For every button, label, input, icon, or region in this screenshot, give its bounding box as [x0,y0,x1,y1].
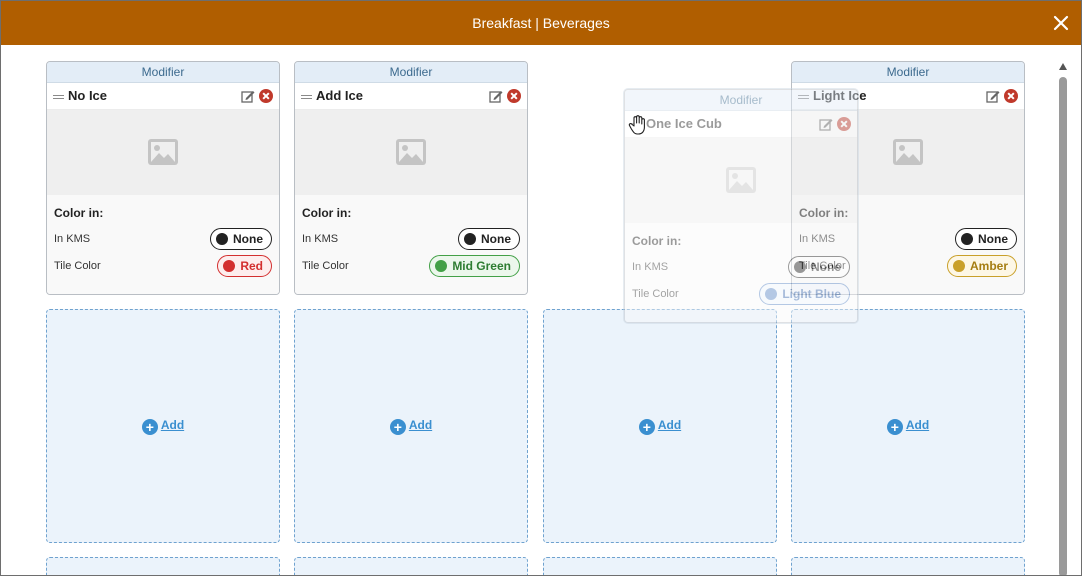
delete-icon[interactable] [1004,89,1018,103]
card-header: Modifier [792,62,1024,83]
in-kms-label: In KMS [632,261,669,273]
card-name: No Ice [68,88,108,103]
kms-color-pill[interactable]: None [210,228,272,250]
edit-icon[interactable] [489,89,503,103]
drag-handle-icon[interactable] [53,95,64,99]
color-dot [464,233,476,245]
card-body: Color in: In KMS None Tile Color Red [47,195,279,294]
delete-icon[interactable] [837,117,851,131]
add-link[interactable]: + Add [47,418,279,435]
image-icon [396,139,426,165]
add-slot[interactable]: + Add [46,309,280,543]
add-link[interactable]: + Add [544,418,776,435]
add-slot[interactable] [791,557,1025,575]
card-header: Modifier [295,62,527,83]
color-dot [223,260,236,272]
in-kms-label: In KMS [54,233,91,245]
title-bar: Breakfast | Beverages [1,1,1081,45]
card-header: Modifier [625,90,857,111]
color-dot [794,261,806,273]
color-in-label: Color in: [302,206,352,220]
tile-color-label: Tile Color [302,260,349,272]
scroll-up-arrow-icon[interactable] [1059,63,1067,70]
dragging-modifier-card[interactable]: Modifier One Ice Cub Color in: In KMS No… [624,89,858,323]
card-name-bar: No Ice [47,83,279,110]
card-name: Add Ice [316,88,363,103]
card-name: One Ice Cub [646,116,722,131]
color-dot [952,260,965,272]
image-icon [148,139,178,165]
image-placeholder [625,138,857,223]
close-icon[interactable] [1051,13,1071,33]
color-in-label: Color in: [632,234,682,248]
card-body: Color in: In KMS None Tile Color Mid Gre… [295,195,527,294]
drag-handle-icon[interactable] [301,95,312,99]
plus-circle-icon: + [141,419,158,435]
kms-color-pill[interactable]: None [955,228,1017,250]
tile-color-label: Tile Color [632,288,679,300]
add-slot[interactable] [46,557,280,575]
plus-circle-icon: + [389,419,406,435]
plus-circle-icon: + [886,419,903,435]
image-placeholder [295,110,527,195]
edit-icon[interactable] [986,89,1000,103]
image-icon [726,167,756,193]
modifier-dialog: Breakfast | Beverages Modifier No Ice Co… [0,0,1082,576]
tile-color-pill[interactable]: Amber [946,255,1017,277]
vertical-scrollbar[interactable] [1059,63,1067,575]
plus-circle-icon: + [638,419,655,435]
add-link[interactable]: + Add [792,418,1024,435]
color-dot [765,288,778,300]
kms-color-pill[interactable]: None [788,256,850,278]
edit-icon[interactable] [241,89,255,103]
edit-icon[interactable] [819,117,833,131]
color-dot [216,233,228,245]
tile-color-label: Tile Color [54,260,101,272]
hand-cursor-icon [628,115,645,135]
image-placeholder [47,110,279,195]
tile-color-pill[interactable]: Mid Green [429,255,520,277]
color-in-label: Color in: [54,206,104,220]
add-slot[interactable] [543,557,777,575]
add-slot[interactable]: + Add [791,309,1025,543]
add-slot[interactable]: + Add [294,309,528,543]
card-name-bar: One Ice Cub [625,111,857,138]
modifier-card-add-ice[interactable]: Modifier Add Ice Color in: In KMS None T… [294,61,528,295]
color-dot [961,233,973,245]
kms-color-pill[interactable]: None [458,228,520,250]
in-kms-label: In KMS [302,233,339,245]
color-dot [435,260,448,272]
dialog-title: Breakfast | Beverages [472,15,610,31]
card-body: Color in: In KMS None Tile Color Light B… [625,223,857,322]
modifier-card-no-ice[interactable]: Modifier No Ice Color in: In KMS None Ti… [46,61,280,295]
delete-icon[interactable] [507,89,521,103]
tile-color-pill[interactable]: Red [217,255,272,277]
card-header: Modifier [47,62,279,83]
add-slot[interactable]: + Add [543,309,777,543]
tile-color-pill[interactable]: Light Blue [759,283,850,305]
delete-icon[interactable] [259,89,273,103]
image-icon [893,139,923,165]
add-slot[interactable] [294,557,528,575]
add-link[interactable]: + Add [295,418,527,435]
card-name-bar: Add Ice [295,83,527,110]
scroll-thumb[interactable] [1059,77,1067,575]
